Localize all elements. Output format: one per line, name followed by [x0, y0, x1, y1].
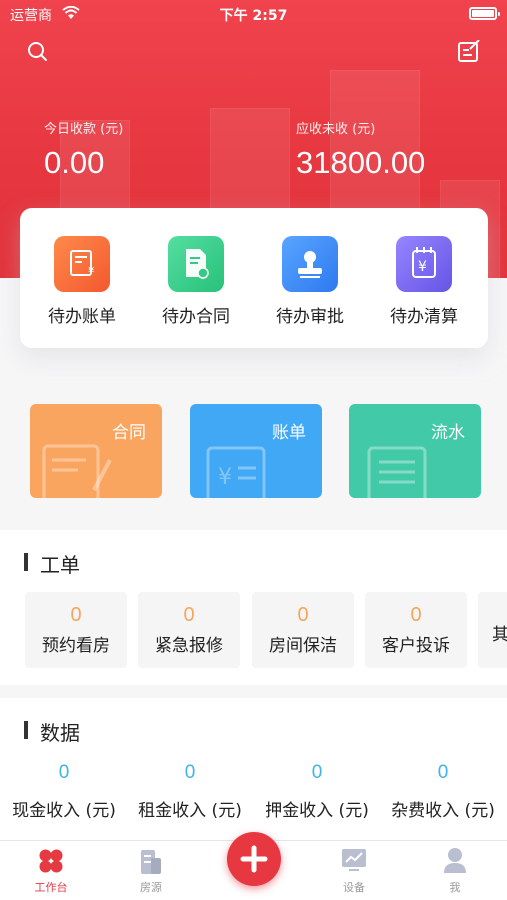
status-time: 下午 2:57 [219, 8, 288, 24]
tab-label: 我 [449, 881, 461, 894]
work-order-viewing[interactable]: 0 预约看房 [25, 592, 127, 668]
data-title: 数据 [40, 721, 80, 745]
tab-house-source[interactable]: 房源 [106, 841, 196, 900]
quick-action-pending-bills[interactable]: ¥ 待办账单 [32, 236, 132, 327]
data-misc-income[interactable]: 0 杂费收入 (元) [380, 762, 506, 821]
bill-card-label: 账单 [272, 423, 306, 443]
app-root: 运营商 下午 2:57 今日收款 (元) 0.00 应收未收 (元) 31800… [0, 0, 507, 900]
data-value: 0 [437, 762, 449, 783]
data-cash-income[interactable]: 0 现金收入 (元) [1, 762, 127, 821]
device-icon [342, 849, 366, 871]
today-received-value: 0.00 [44, 145, 105, 180]
tab-label: 设备 [343, 881, 365, 894]
receivable-value: 31800.00 [296, 145, 426, 180]
settlement-icon: ¥ [396, 236, 452, 292]
tab-label: 房源 [140, 881, 162, 894]
work-order-other[interactable]: 其 [478, 592, 507, 668]
work-order-label: 预约看房 [42, 636, 110, 656]
data-rent-income[interactable]: 0 租金收入 (元) [127, 762, 253, 821]
quick-action-pending-contracts[interactable]: 待办合同 [146, 236, 246, 327]
work-order-title: 工单 [40, 553, 80, 577]
work-order-label: 房间保洁 [269, 636, 337, 656]
data-value: 0 [184, 762, 196, 783]
data-label: 租金收入 (元) [138, 801, 242, 821]
work-order-count: 0 [297, 604, 309, 626]
tab-profile[interactable]: 我 [410, 841, 500, 900]
bill-card-icon: ¥ [206, 446, 266, 498]
contract-icon [168, 236, 224, 292]
battery-icon [469, 7, 500, 20]
receivable-label: 应收未收 (元) [296, 122, 376, 137]
contract-card[interactable]: 合同 [30, 404, 162, 498]
add-button[interactable] [227, 832, 281, 886]
today-received-label: 今日收款 (元) [44, 122, 124, 137]
data-label: 现金收入 (元) [12, 801, 116, 821]
quick-action-pending-approvals[interactable]: 待办审批 [260, 236, 360, 327]
quick-action-label: 待办合同 [162, 307, 230, 327]
work-order-label: 紧急报修 [155, 636, 223, 656]
bill-icon: ¥ [54, 236, 110, 292]
contract-card-label: 合同 [112, 423, 146, 443]
plus-icon [240, 845, 268, 873]
data-label: 押金收入 (元) [265, 801, 369, 821]
workbench-icon [39, 849, 63, 873]
quick-action-label: 待办清算 [390, 307, 458, 327]
stamp-icon [282, 236, 338, 292]
quick-action-label: 待办账单 [48, 307, 116, 327]
transaction-card-icon [367, 446, 427, 498]
work-order-cleaning[interactable]: 0 房间保洁 [252, 592, 354, 668]
transaction-card[interactable]: 流水 [349, 404, 481, 498]
data-deposit-income[interactable]: 0 押金收入 (元) [254, 762, 380, 821]
tab-label: 工作台 [34, 881, 68, 894]
work-order-count: 0 [183, 604, 195, 626]
contract-card-icon [42, 444, 112, 498]
status-bar: 运营商 下午 2:57 [0, 0, 507, 28]
tab-workbench[interactable]: 工作台 [6, 841, 96, 900]
data-value: 0 [58, 762, 70, 783]
work-order-label: 客户投诉 [382, 636, 450, 656]
svg-text:¥: ¥ [418, 259, 427, 275]
data-label: 杂费收入 (元) [391, 801, 495, 821]
work-order-count: 0 [70, 604, 82, 626]
work-order-complaint[interactable]: 0 客户投诉 [365, 592, 467, 668]
work-order-label: 其 [492, 625, 507, 645]
work-order-urgent-repair[interactable]: 0 紧急报修 [138, 592, 240, 668]
quick-action-pending-settlement[interactable]: ¥ 待办清算 [374, 236, 474, 327]
house-source-icon [141, 850, 161, 874]
todo-card: ¥ 待办账单 待办合同 待办审批 ¥ 待办清算 [20, 208, 488, 348]
section-marker [24, 721, 28, 739]
work-order-count: 0 [410, 604, 422, 626]
transaction-card-label: 流水 [431, 423, 465, 443]
quick-action-label: 待办审批 [276, 307, 344, 327]
edit-note-icon[interactable] [457, 39, 481, 64]
data-value: 0 [311, 762, 323, 783]
section-marker [24, 553, 28, 571]
search-icon[interactable] [26, 40, 50, 64]
svg-text:¥: ¥ [88, 266, 94, 277]
tab-device[interactable]: 设备 [309, 841, 399, 900]
profile-icon [444, 848, 466, 873]
svg-text:¥: ¥ [218, 465, 232, 490]
bill-card[interactable]: ¥ 账单 [190, 404, 322, 498]
